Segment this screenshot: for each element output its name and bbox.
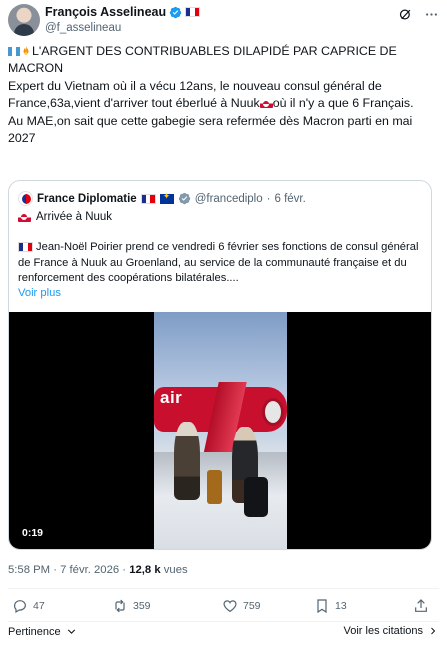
view-label: vues [160, 564, 188, 576]
quote-time[interactable]: 6 févr. [274, 193, 305, 205]
author-name-line[interactable]: François Asselineau [45, 5, 201, 19]
quote-title-text: Arrivée à Nuuk [36, 211, 113, 223]
video-duration: 0:19 [18, 526, 48, 540]
author-handle[interactable]: @f_asselineau [45, 22, 121, 34]
tweet-body-3: Au MAE,on sait que cette gabegie sera re… [8, 113, 413, 146]
repost-count: 359 [133, 600, 151, 612]
bookmark-icon [317, 599, 327, 614]
video-frame: air [154, 312, 287, 549]
tweet-line-2: Expert du Vietnam où il a vécu 12ans, le… [8, 78, 433, 113]
tweet-text: L'ARGENT DES CONTRIBUABLES DILAPIDÉ PAR … [8, 43, 433, 147]
quote-body-text: Jean-Noël Poirier prend ce vendredi 6 fé… [18, 241, 419, 284]
greenland-flag-icon [18, 212, 31, 222]
quote-header: France Diplomatie @francediplo · 6 févr. [18, 191, 306, 206]
tweet-meta: 5:58 PM · 7 févr. 2026 · 12,8 k vues [8, 564, 188, 576]
reply-icon [14, 600, 26, 614]
divider [8, 588, 439, 589]
replies-footer: Pertinence Voir les citations [8, 625, 439, 641]
reply-count: 47 [33, 600, 45, 612]
more-options-icon[interactable] [423, 6, 439, 22]
tweet-body-2: où il n'y a que 6 Français. [272, 96, 414, 111]
person-left [174, 422, 200, 500]
author-avatar[interactable] [8, 4, 40, 36]
view-quotes-label: Voir les citations [343, 625, 423, 637]
share-icon [415, 599, 427, 612]
tweet-line-1: L'ARGENT DES CONTRIBUABLES DILAPIDÉ PAR … [8, 43, 433, 78]
quoted-tweet[interactable]: France Diplomatie @francediplo · 6 févr.… [8, 180, 432, 550]
quote-author-name[interactable]: France Diplomatie [37, 193, 137, 205]
share-button[interactable] [413, 598, 429, 614]
tweet-headline: L'ARGENT DES CONTRIBUABLES DILAPIDÉ PAR … [8, 44, 397, 76]
tweet-timestamp[interactable]: 5:58 PM · 7 févr. 2026 · [8, 564, 129, 576]
airplane-livery-text: air [160, 388, 183, 407]
reply-button[interactable]: 47 [12, 598, 45, 614]
view-quotes-link[interactable]: Voir les citations [344, 625, 439, 637]
france-flag-icon [18, 242, 33, 252]
video-player[interactable]: air 0:19 [9, 312, 431, 549]
like-count: 759 [243, 600, 261, 612]
view-count: 12,8 k [129, 564, 161, 576]
sort-dropdown[interactable]: Pertinence [8, 625, 78, 638]
divider [8, 621, 439, 622]
quote-title: Arrivée à Nuuk [18, 211, 112, 223]
guatemala-flag-icon [8, 47, 20, 56]
fire-icon [23, 46, 29, 55]
verified-badge-icon [169, 6, 182, 18]
sort-label: Pertinence [8, 625, 61, 638]
repost-button[interactable]: 359 [112, 598, 151, 614]
verified-badge-icon [178, 192, 190, 205]
grok-icon[interactable] [397, 6, 413, 22]
france-flag-icon [140, 193, 156, 204]
author-name[interactable]: François Asselineau [45, 5, 166, 19]
greenland-flag-icon [259, 99, 273, 109]
bookmark-count: 13 [335, 600, 347, 612]
france-diplomatie-avatar[interactable] [18, 191, 33, 206]
action-bar: 47 359 759 13 [8, 598, 439, 618]
suitcase-black [244, 477, 268, 517]
quote-author-handle[interactable]: @francediplo [195, 193, 263, 205]
tweet-line-3: Au MAE,on sait que cette gabegie sera re… [8, 113, 433, 148]
airplane-engine [262, 398, 284, 426]
author-row: François Asselineau @f_asselineau [8, 4, 439, 38]
quote-body: Jean-Noël Poirier prend ce vendredi 6 fé… [18, 240, 422, 287]
france-flag-icon [185, 7, 201, 17]
eu-flag-icon [159, 191, 174, 204]
like-button[interactable]: 759 [222, 598, 261, 614]
bookmark-button[interactable]: 13 [314, 598, 347, 614]
heart-icon [223, 600, 237, 613]
top-actions [397, 6, 439, 22]
chevron-down-icon [67, 629, 75, 634]
suitcase-brown [207, 470, 222, 504]
show-more-link[interactable]: Voir plus [18, 287, 61, 299]
repost-icon [115, 599, 125, 613]
chevron-right-icon [431, 627, 436, 635]
